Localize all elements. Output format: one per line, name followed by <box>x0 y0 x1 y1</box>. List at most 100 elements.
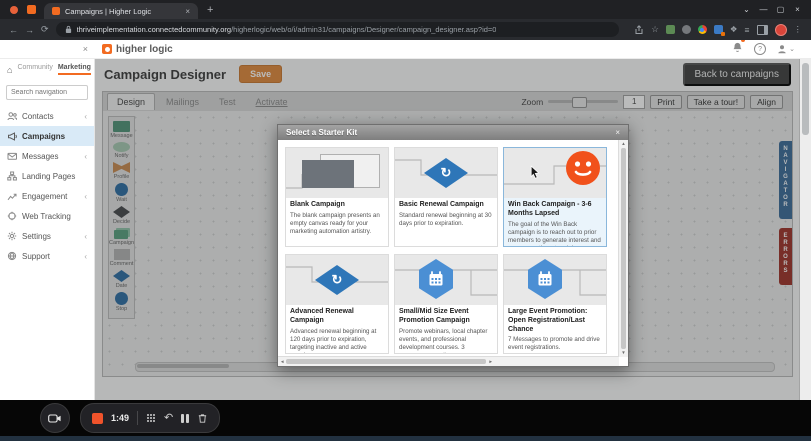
scrollbar-thumb[interactable] <box>621 148 626 348</box>
scroll-right-icon[interactable]: ► <box>488 359 492 364</box>
restart-recording-icon[interactable]: ↶ <box>164 413 173 424</box>
sidebar: ⌂ Community Marketing Contacts ‹ <box>0 59 95 400</box>
bookmark-star-icon[interactable]: ☆ <box>651 24 659 35</box>
contacts-icon <box>7 111 17 121</box>
modal-vertical-scrollbar[interactable]: ▲ ▼ <box>618 140 628 357</box>
starter-kit-card-win-back[interactable]: Win Back Campaign - 3-6 Months Lapsed Th… <box>503 147 607 247</box>
help-icon[interactable]: ? <box>754 43 766 55</box>
card-description: Standard renewal beginning at 30 days pr… <box>395 210 497 231</box>
extensions-puzzle-icon[interactable]: ❖ <box>730 24 738 35</box>
starter-kit-card-basic-renewal[interactable]: ↻ Basic Renewal Campaign Standard renewa… <box>394 147 498 247</box>
recording-timer: 1:49 <box>111 413 129 423</box>
notifications-bell-icon[interactable] <box>732 40 743 58</box>
pinned-tab-favicon[interactable] <box>27 5 36 14</box>
starter-kit-card-advanced-renewal[interactable]: ↻ Advanced Renewal Campaign Advanced ren… <box>285 254 389 354</box>
brand-logo-icon <box>102 44 112 54</box>
back-icon[interactable]: ← <box>9 25 18 35</box>
landing-pages-icon <box>7 171 17 181</box>
tab-search-icon[interactable]: ⌄ <box>738 5 755 14</box>
lock-icon <box>65 25 72 34</box>
scroll-up-icon[interactable]: ▲ <box>621 141 625 147</box>
sidebar-item-landing-pages[interactable]: Landing Pages <box>0 166 94 186</box>
starter-kit-card-large-event[interactable]: Large Event Promotion: Open Registration… <box>503 254 607 354</box>
camera-button[interactable] <box>40 403 70 433</box>
sidebar-item-messages[interactable]: Messages ‹ <box>0 146 94 166</box>
mic-visualizer-icon[interactable] <box>146 413 156 423</box>
sidebar-item-label: Landing Pages <box>22 172 82 181</box>
side-panel-icon[interactable] <box>757 25 768 35</box>
stop-recording-button[interactable] <box>92 413 103 424</box>
sidebar-item-support[interactable]: Support ‹ <box>0 246 94 266</box>
browser-menu-icon[interactable]: ⋮ <box>794 24 803 35</box>
new-tab-button[interactable]: + <box>207 4 213 16</box>
starter-kit-card-small-event[interactable]: Small/Mid Size Event Promotion Campaign … <box>394 254 498 354</box>
url-path: /higherlogic/web/o/i/admin31/campaigns/D… <box>231 25 496 34</box>
close-sidebar-icon[interactable]: × <box>0 44 95 54</box>
tab-close-icon[interactable]: × <box>185 7 190 16</box>
brand-logo[interactable]: higher logic <box>95 44 173 55</box>
card-preview: ↻ <box>395 148 497 198</box>
notification-badge <box>741 40 745 42</box>
card-preview <box>286 148 388 198</box>
sidebar-item-label: Support <box>22 252 79 261</box>
mouse-cursor <box>530 165 541 180</box>
browser-tab[interactable]: Campaigns | Higher Logic × <box>44 3 198 19</box>
window-maximize-button[interactable]: ▢ <box>772 5 789 14</box>
tab-marketing[interactable]: Marketing <box>58 64 91 75</box>
tab-title: Campaigns | Higher Logic <box>65 7 180 16</box>
share-icon[interactable] <box>634 25 644 35</box>
blank-canvas-fill <box>302 160 354 188</box>
web-tracking-icon <box>7 211 17 221</box>
card-description: 7 Messages to promote and drive event re… <box>504 334 606 354</box>
sidebar-search <box>6 81 88 100</box>
sidebar-item-engagement[interactable]: Engagement ‹ <box>0 186 94 206</box>
card-preview: ↻ <box>286 255 388 305</box>
delete-recording-icon[interactable] <box>197 413 208 424</box>
profile-avatar[interactable] <box>775 24 787 36</box>
messages-icon <box>7 151 17 161</box>
header-actions: ? ⌄ <box>732 40 811 58</box>
scrollbar-thumb[interactable] <box>802 63 809 135</box>
search-input[interactable] <box>6 85 88 100</box>
forward-icon[interactable]: → <box>25 25 34 35</box>
engagement-icon <box>7 191 17 201</box>
scroll-left-icon[interactable]: ◄ <box>280 359 284 364</box>
card-title: Win Back Campaign - 3-6 Months Lapsed <box>504 198 606 219</box>
extension-icon-1[interactable] <box>666 25 675 34</box>
scroll-down-icon[interactable]: ▼ <box>621 350 625 356</box>
address-bar-icons: ☆ ❖ ≡ ⋮ <box>634 24 802 36</box>
extension-icon-4[interactable] <box>714 25 723 34</box>
extension-icon-3[interactable] <box>698 25 707 34</box>
window-minimize-button[interactable]: — <box>755 5 772 14</box>
tab-community[interactable]: Community <box>17 64 52 75</box>
tab-favicon <box>52 7 60 15</box>
scrollbar-thumb[interactable] <box>286 359 486 364</box>
recording-toolbar: 1:49 ↶ <box>0 400 811 436</box>
reading-list-icon[interactable]: ≡ <box>745 25 750 35</box>
bell-icon <box>732 42 743 53</box>
sidebar-item-label: Settings <box>22 232 79 241</box>
card-description: The goal of the Win Back campaign is to … <box>504 219 606 248</box>
starter-kit-card-blank[interactable]: Blank Campaign The blank campaign presen… <box>285 147 389 247</box>
sidebar-item-contacts[interactable]: Contacts ‹ <box>0 106 94 126</box>
modal-header[interactable]: Select a Starter Kit × <box>278 125 628 140</box>
sidebar-item-campaigns[interactable]: Campaigns <box>0 126 94 146</box>
browser-address-bar: ← → ⟳ thriveimplementation.connectedcomm… <box>0 19 811 40</box>
window-controls: ⌄ — ▢ × <box>738 5 806 14</box>
sidebar-item-label: Messages <box>22 152 79 161</box>
modal-horizontal-scrollbar[interactable]: ◄ ► <box>278 356 619 366</box>
extension-icon-2[interactable] <box>682 25 691 34</box>
reload-icon[interactable]: ⟳ <box>41 24 49 35</box>
sidebar-item-settings[interactable]: Settings ‹ <box>0 226 94 246</box>
settings-gear-icon <box>7 231 17 241</box>
pause-recording-icon[interactable] <box>181 414 189 423</box>
home-icon[interactable]: ⌂ <box>7 65 12 75</box>
window-close-button[interactable]: × <box>789 5 806 14</box>
sidebar-item-web-tracking[interactable]: Web Tracking <box>0 206 94 226</box>
url-field[interactable]: thriveimplementation.connectedcommunity.… <box>56 22 619 37</box>
browser-tab-bar: Campaigns | Higher Logic × + ⌄ — ▢ × <box>0 0 811 19</box>
chevron-icon: ‹ <box>84 232 87 241</box>
page-scrollbar[interactable] <box>799 59 811 400</box>
modal-close-icon[interactable]: × <box>615 128 620 137</box>
account-menu[interactable]: ⌄ <box>777 44 795 54</box>
